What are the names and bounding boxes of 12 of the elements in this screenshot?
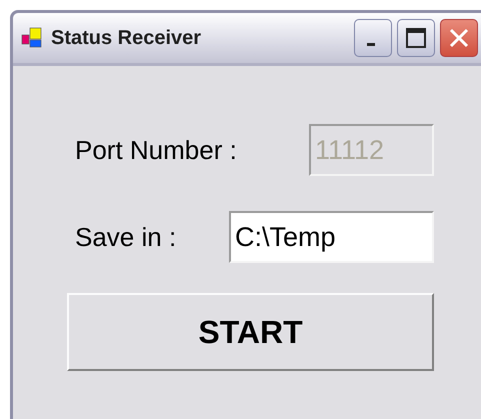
maximize-icon [405, 27, 427, 49]
start-button[interactable]: START [67, 293, 434, 371]
minimize-button[interactable] [354, 19, 392, 57]
window-title: Status Receiver [51, 26, 202, 50]
field-label: Port Number : [75, 134, 237, 166]
maximize-button[interactable] [397, 19, 435, 57]
app-icon [21, 27, 43, 49]
minimize-icon [367, 42, 375, 46]
input-field[interactable]: C:\Temp [229, 211, 434, 263]
close-button[interactable] [440, 19, 478, 57]
close-icon [448, 27, 470, 49]
field-label: Save in : [75, 222, 176, 252]
